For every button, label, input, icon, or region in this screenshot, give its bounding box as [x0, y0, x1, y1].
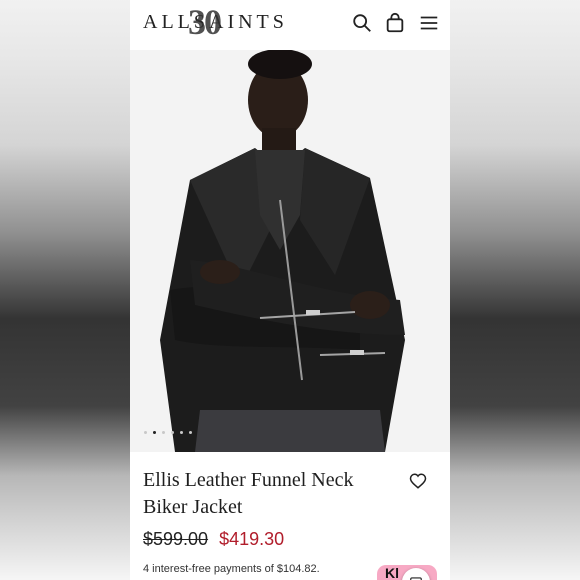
- menu-icon[interactable]: [418, 12, 440, 34]
- product-info: Ellis Leather Funnel Neck Biker Jacket $…: [130, 452, 450, 580]
- chat-icon: [410, 577, 422, 580]
- product-image[interactable]: [130, 50, 450, 452]
- blurred-backdrop-left: [0, 0, 130, 580]
- gallery-dot[interactable]: [171, 431, 174, 434]
- heart-icon[interactable]: [409, 472, 427, 490]
- site-header: ALLSAINTS 30: [130, 0, 450, 50]
- blurred-backdrop-right: [450, 0, 580, 580]
- gallery-dot[interactable]: [162, 431, 165, 434]
- anniversary-badge: 30: [188, 2, 222, 42]
- bag-icon[interactable]: [384, 12, 406, 34]
- installment-text: 4 interest-free payments of $104.82.: [143, 563, 320, 575]
- gallery-dot-active[interactable]: [153, 431, 156, 434]
- search-icon[interactable]: [351, 12, 373, 34]
- sale-price: $419.30: [219, 529, 285, 549]
- gallery-dot[interactable]: [180, 431, 183, 434]
- gallery-dot[interactable]: [189, 431, 192, 434]
- price-row: $599.00 $419.30: [143, 529, 284, 550]
- original-price: $599.00: [143, 529, 209, 549]
- gallery-dot[interactable]: [144, 431, 147, 434]
- mobile-page: ALLSAINTS 30 Ellis Leather Funnel Neck B…: [130, 0, 450, 580]
- gallery-pagination[interactable]: [144, 431, 192, 434]
- product-title: Ellis Leather Funnel Neck Biker Jacket: [143, 469, 354, 518]
